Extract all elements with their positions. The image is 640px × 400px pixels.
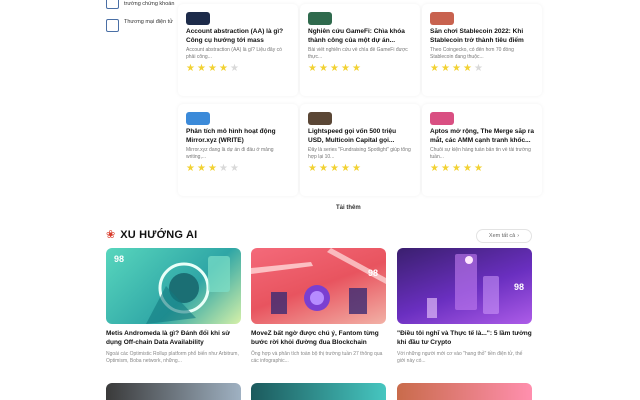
star-icon: ★ <box>474 163 483 174</box>
star-icon: ★ <box>441 63 450 74</box>
article-desc: Mirror.xyz đang là dự án đi đầu ở mảng w… <box>186 147 274 160</box>
card-title: "Điều tôi nghĩ và Thực tế là...": 5 lầm … <box>397 330 532 346</box>
star-rating: ★ ★ ★ ★ ★ <box>308 64 412 74</box>
star-icon: ★ <box>474 63 483 74</box>
star-icon: ★ <box>230 163 239 174</box>
section-header: ❀ XU HƯỚNG AI <box>106 229 197 241</box>
star-icon: ★ <box>319 63 328 74</box>
star-icon: ★ <box>341 163 350 174</box>
see-all-button[interactable]: Xem tất cả › <box>476 229 532 243</box>
star-icon: ★ <box>330 163 339 174</box>
star-icon: ★ <box>186 63 195 74</box>
star-icon: ★ <box>352 63 361 74</box>
star-icon: ★ <box>319 163 328 174</box>
monitor-icon <box>106 19 119 32</box>
star-icon: ★ <box>452 63 461 74</box>
card-illustration <box>146 256 230 324</box>
star-icon: ★ <box>430 63 439 74</box>
card-desc: Ông hợp và phân tích toàn bộ thị trường … <box>251 351 383 364</box>
card-image: 98 <box>251 248 386 324</box>
sidebar: trường chứng khoán Thương mại điện tử <box>106 0 176 41</box>
card-illustration <box>427 254 499 318</box>
brand-badge: 98 <box>367 268 378 278</box>
trend-card-partial[interactable] <box>106 383 241 400</box>
sidebar-item-label: Thương mại điện tử <box>124 19 173 25</box>
trend-card[interactable]: 98 MoveZ bất ngờ được chú ý, Fantom từng… <box>251 248 386 365</box>
article-thumbnail <box>430 12 454 25</box>
star-icon: ★ <box>452 163 461 174</box>
brand-badge: 98 <box>513 282 524 292</box>
article-title: Lightspeed gọi vốn 500 triệu USD, Multic… <box>308 128 397 144</box>
sidebar-item-label: trường chứng khoán <box>124 1 175 7</box>
trend-card[interactable]: 98 "Điều tôi nghĩ và Thực tế là...": 5 l… <box>397 248 532 365</box>
star-icon: ★ <box>197 163 206 174</box>
maple-leaf-icon: ❀ <box>106 228 116 241</box>
trend-card-partial[interactable] <box>251 383 386 400</box>
article-card[interactable]: Săn chơi Stablecoin 2022: Khi Stablecoin… <box>422 4 542 96</box>
card-desc: Với những người mới cơ vào "hang thỏ" ti… <box>397 351 523 364</box>
star-icon: ★ <box>330 63 339 74</box>
star-icon: ★ <box>441 163 450 174</box>
article-card[interactable]: Nghiên cứu GameFi: Chìa khóa thành công … <box>300 4 420 96</box>
article-card[interactable]: Account abstraction (AA) là gì? Công cụ … <box>178 4 298 96</box>
star-icon: ★ <box>341 63 350 74</box>
trend-card-partial[interactable] <box>397 383 532 400</box>
article-title: Phân tích mô hình hoạt động Mirror.xyz (… <box>186 128 276 144</box>
article-thumbnail <box>430 112 454 125</box>
article-card[interactable]: Lightspeed gọi vốn 500 triệu USD, Multic… <box>300 104 420 196</box>
load-more-button[interactable]: Tải thêm <box>336 205 361 211</box>
article-card[interactable]: Phân tích mô hình hoạt động Mirror.xyz (… <box>178 104 298 196</box>
star-icon: ★ <box>186 163 195 174</box>
card-desc: Ngoài các Optimistic Rollup platform phổ… <box>106 351 239 364</box>
article-card[interactable]: Aptos mở rộng, The Merge sắp ra mắt, các… <box>422 104 542 196</box>
star-icon: ★ <box>197 63 206 74</box>
card-title: MoveZ bất ngờ được chú ý, Fantom từng bư… <box>251 330 379 346</box>
brand-badge: 98 <box>114 254 125 264</box>
chart-icon <box>106 0 119 9</box>
sidebar-item-stock-market[interactable]: trường chứng khoán <box>106 0 176 9</box>
star-icon: ★ <box>308 63 317 74</box>
star-rating: ★ ★ ★ ★ ★ <box>430 64 534 74</box>
star-rating: ★ ★ ★ ★ ★ <box>308 164 412 174</box>
sidebar-item-ecommerce[interactable]: Thương mại điện tử <box>106 18 176 32</box>
article-desc: Theo Coingecko, có đến hơn 70 đồng Stabl… <box>430 47 514 60</box>
star-icon: ★ <box>352 163 361 174</box>
star-icon: ★ <box>208 163 217 174</box>
star-icon: ★ <box>463 63 472 74</box>
article-thumbnail <box>186 12 210 25</box>
article-desc: Account abstraction (AA) là gì? Liệu đây… <box>186 47 282 60</box>
star-rating: ★ ★ ★ ★ ★ <box>430 164 534 174</box>
star-icon: ★ <box>463 163 472 174</box>
article-title: Nghiên cứu GameFi: Chìa khóa thành công … <box>308 28 405 44</box>
star-icon: ★ <box>219 163 228 174</box>
star-icon: ★ <box>430 163 439 174</box>
card-title: Metis Andromeda là gì? Đánh đổi khi sử d… <box>106 330 231 346</box>
article-desc: Bài viết nghiên cứu về chìa đề GameFi đư… <box>308 47 408 60</box>
card-image: 98 <box>106 248 241 324</box>
star-rating: ★ ★ ★ ★ ★ <box>186 64 290 74</box>
article-desc: Đây là series "Fundraising Spotlight" gi… <box>308 147 411 160</box>
article-desc: Chuỗi sự kiện hàng tuần bản tin về tài t… <box>430 147 531 160</box>
trend-card[interactable]: 98 Metis Andromeda là gì? Đánh đổi khi s… <box>106 248 241 365</box>
star-icon: ★ <box>308 163 317 174</box>
chevron-right-icon: › <box>517 233 520 239</box>
article-thumbnail <box>308 12 332 25</box>
star-rating: ★ ★ ★ ★ ★ <box>186 164 290 174</box>
article-title: Aptos mở rộng, The Merge sắp ra mắt, các… <box>430 128 534 144</box>
article-thumbnail <box>308 112 332 125</box>
star-icon: ★ <box>219 63 228 74</box>
article-thumbnail <box>186 112 210 125</box>
card-image: 98 <box>397 248 532 324</box>
article-title: Account abstraction (AA) là gì? Công cụ … <box>186 28 284 44</box>
article-title: Săn chơi Stablecoin 2022: Khi Stablecoin… <box>430 28 524 44</box>
section-title: XU HƯỚNG AI <box>120 229 198 241</box>
star-icon: ★ <box>208 63 217 74</box>
see-all-label: Xem tất cả <box>488 233 516 239</box>
star-icon: ★ <box>230 63 239 74</box>
card-illustration <box>251 248 386 314</box>
